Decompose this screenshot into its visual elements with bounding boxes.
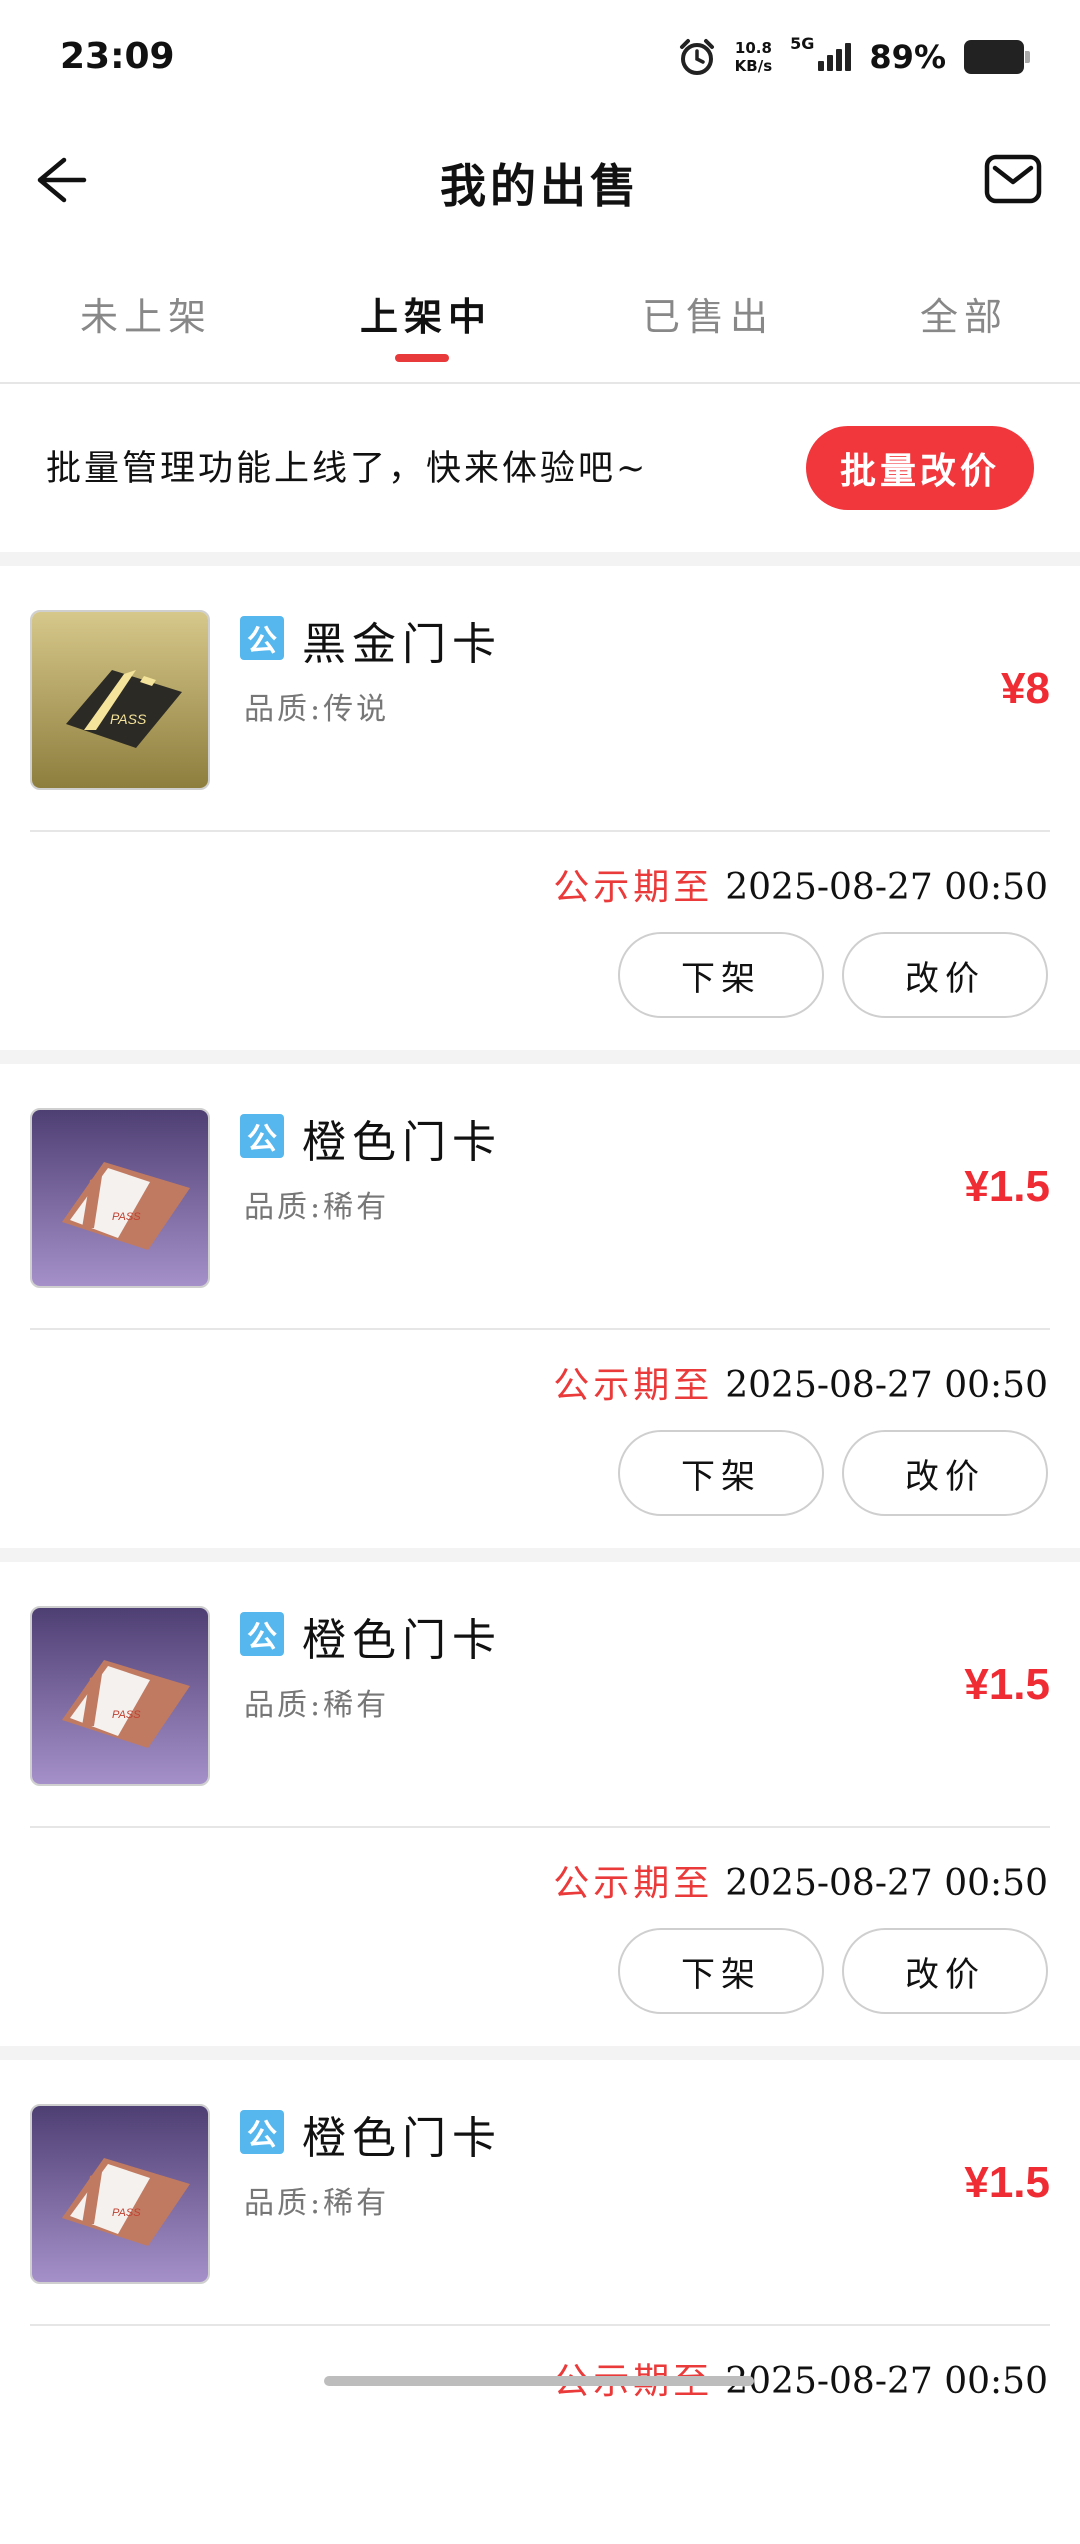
batch-reprice-button[interactable]: 批量改价 — [806, 426, 1034, 510]
svg-text:PASS: PASS — [110, 711, 147, 727]
item-quality: 品质:稀有 — [244, 1688, 390, 1723]
card-divider — [30, 830, 1050, 832]
public-badge: 公 — [240, 1114, 284, 1158]
item-thumbnail[interactable]: PASS — [30, 1606, 210, 1786]
network-speed: 10.8 KB/s — [735, 39, 772, 75]
delist-button[interactable]: 下架 — [618, 1430, 824, 1516]
item-name: 黑金门卡 — [302, 619, 502, 670]
delist-button[interactable]: 下架 — [618, 1928, 824, 2014]
svg-text:PASS: PASS — [112, 1709, 141, 1721]
signal-bars-icon — [818, 43, 852, 71]
item-quality: 品质:稀有 — [244, 2186, 390, 2221]
publicity-period: 公示期至 2025-08-27 00:50 — [553, 858, 1048, 910]
public-badge: 公 — [240, 1612, 284, 1656]
publicity-period: 公示期至 2025-08-27 00:50 — [553, 1854, 1048, 1906]
item-thumbnail[interactable]: PASS — [30, 1108, 210, 1288]
card-divider — [30, 1328, 1050, 1330]
svg-text:PASS: PASS — [112, 2207, 141, 2219]
public-badge: 公 — [240, 616, 284, 660]
svg-text:PASS: PASS — [112, 1211, 141, 1223]
public-badge: 公 — [240, 2110, 284, 2154]
publicity-period: 公示期至 2025-08-27 00:50 — [553, 1356, 1048, 1408]
item-quality: 品质:稀有 — [244, 1190, 390, 1225]
card-divider — [30, 1826, 1050, 1828]
cellular-signal: 5G — [790, 34, 852, 71]
publicity-date: 2025-08-27 00:50 — [725, 1863, 1048, 1904]
page-title: 我的出售 — [440, 159, 640, 213]
network-speed-value: 10.8 — [734, 39, 772, 57]
publicity-label: 公示期至 — [553, 1863, 714, 1904]
banner-text: 批量管理功能上线了，快来体验吧~ — [46, 449, 649, 489]
item-thumbnail[interactable]: PASS — [30, 610, 210, 790]
alarm-icon — [677, 37, 717, 77]
battery-icon — [964, 40, 1030, 74]
item-price: ¥1.5 — [964, 1660, 1050, 1709]
battery-percent: 89% — [869, 38, 946, 76]
listing-card: PASS 公 橙色门卡 品质:稀有 ¥1.5 公示期至 2025-08-27 0… — [0, 1064, 1080, 1548]
item-price: ¥1.5 — [964, 2158, 1050, 2207]
active-tab-indicator — [395, 354, 449, 362]
tab-bar: 未上架 上架中 已售出 全部 — [0, 250, 1080, 384]
app-header: 我的出售 — [0, 110, 1080, 250]
listing-card: PASS 公 橙色门卡 品质:稀有 ¥1.5 公示期至 2025-08-27 0… — [0, 1562, 1080, 2046]
publicity-label: 公示期至 — [553, 867, 714, 908]
status-icons: 10.8 KB/s 5G 89% — [677, 32, 1030, 82]
tab-all[interactable]: 全部 — [920, 286, 1008, 341]
network-speed-unit: KB/s — [734, 57, 773, 75]
tab-listed[interactable]: 上架中 — [360, 286, 492, 341]
publicity-date: 2025-08-27 00:50 — [725, 867, 1048, 908]
item-name: 橙色门卡 — [302, 1117, 502, 1168]
listing-card: PASS 公 黑金门卡 品质:传说 ¥8 公示期至 2025-08-27 00:… — [0, 566, 1080, 1050]
item-price: ¥8 — [1001, 664, 1050, 713]
item-name: 橙色门卡 — [302, 2113, 502, 2164]
clock: 23:09 — [60, 36, 175, 77]
publicity-label: 公示期至 — [553, 1365, 714, 1406]
tab-unlisted[interactable]: 未上架 — [80, 286, 212, 341]
batch-banner: 批量管理功能上线了，快来体验吧~ 批量改价 — [0, 384, 1080, 552]
item-name: 橙色门卡 — [302, 1615, 502, 1666]
card-divider — [30, 2324, 1050, 2326]
reprice-button[interactable]: 改价 — [842, 932, 1048, 1018]
listing-card: PASS 公 橙色门卡 品质:稀有 ¥1.5 公示期至 2025-08-27 0… — [0, 2060, 1080, 2544]
delist-button[interactable]: 下架 — [618, 932, 824, 1018]
reprice-button[interactable]: 改价 — [842, 1928, 1048, 2014]
home-indicator[interactable] — [324, 2376, 754, 2386]
publicity-date: 2025-08-27 00:50 — [725, 2361, 1048, 2402]
tab-sold[interactable]: 已售出 — [642, 286, 774, 341]
item-price: ¥1.5 — [964, 1162, 1050, 1211]
reprice-button[interactable]: 改价 — [842, 1430, 1048, 1516]
item-quality: 品质:传说 — [244, 692, 390, 727]
publicity-date: 2025-08-27 00:50 — [725, 1365, 1048, 1406]
status-bar: 23:09 10.8 KB/s 5G 89% — [0, 0, 1080, 110]
item-thumbnail[interactable]: PASS — [30, 2104, 210, 2284]
network-type: 5G — [790, 34, 815, 53]
mail-icon[interactable] — [984, 154, 1042, 204]
